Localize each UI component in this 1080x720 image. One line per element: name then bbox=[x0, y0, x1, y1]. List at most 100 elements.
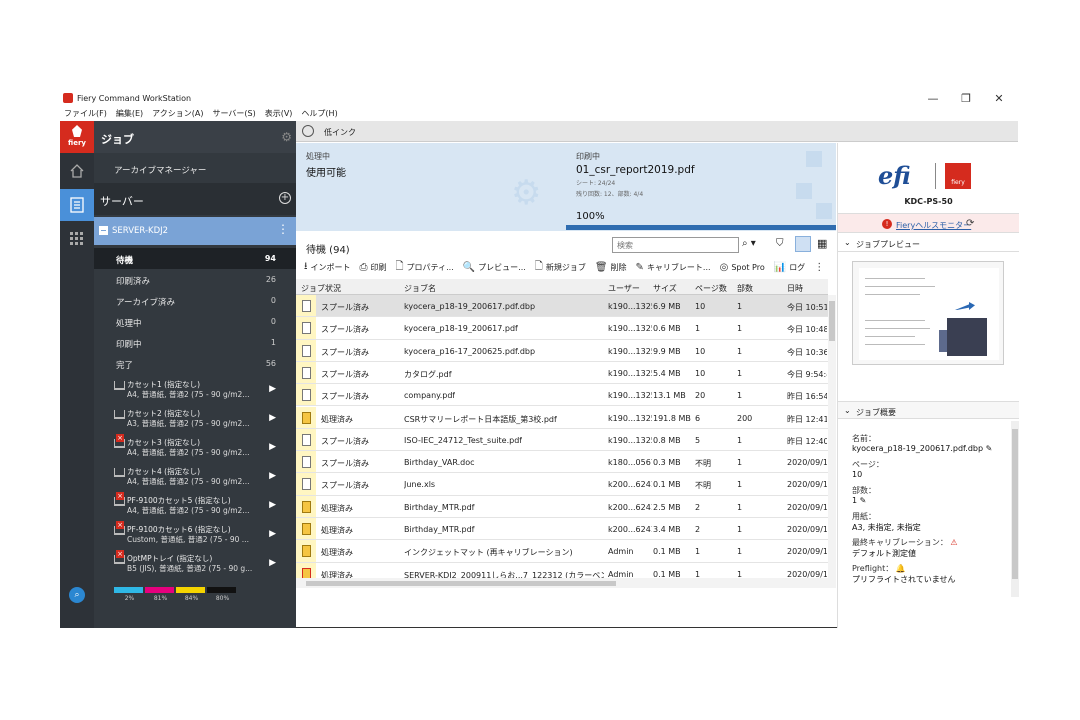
server-item[interactable]: SERVER-KDJ2 ⋮ bbox=[94, 217, 296, 245]
archive-manager-link[interactable]: アーカイブマネージャー bbox=[114, 164, 206, 176]
search-dropdown-icon[interactable]: ⌕ ▾ bbox=[742, 238, 756, 249]
new-job-button[interactable]: 🗋 新規ジョブ bbox=[535, 259, 586, 276]
queue-item-completed[interactable]: 完了 56 bbox=[94, 353, 296, 374]
minimize-button[interactable]: — bbox=[926, 92, 940, 105]
chevron-right-icon[interactable]: ▶ bbox=[269, 413, 276, 423]
grid-view-icon[interactable]: ▦ bbox=[817, 237, 827, 250]
import-label: インポート bbox=[310, 262, 351, 272]
preview-button[interactable]: 🔍 プレビュー... bbox=[463, 262, 526, 273]
tray-item[interactable]: カセット4 (指定なし) A4, 普通紙, 普通2 (75 - 90 g/m2.… bbox=[94, 463, 296, 492]
search-icon[interactable]: ⌕ bbox=[69, 587, 85, 603]
menu-help[interactable]: ヘルプ(H) bbox=[301, 108, 337, 121]
table-row[interactable]: スプール済み kyocera_p18-19_200617.pdf.dbp k190.… bbox=[296, 295, 828, 318]
chevron-right-icon[interactable]: ▶ bbox=[269, 500, 276, 510]
table-row[interactable]: スプール済み Birthday_VAR.doc k180...0567 0.3 MB 不… bbox=[296, 451, 828, 474]
right-panel-scrollbar[interactable] bbox=[1011, 421, 1019, 597]
calibrate-button[interactable]: ✎ キャリブレート... bbox=[636, 262, 711, 273]
horizontal-scrollbar[interactable] bbox=[296, 578, 836, 588]
queue-item-hold[interactable]: 待機 94 bbox=[94, 248, 296, 269]
table-row[interactable]: スプール済み カタログ.pdf k190...1325 5.4 MB 10 1 今日 9:5… bbox=[296, 361, 828, 385]
queue-item-printing[interactable]: 印刷中 1 bbox=[94, 332, 296, 353]
fiery-app-icon bbox=[63, 93, 73, 103]
queue-item-archived[interactable]: アーカイブ済み 0 bbox=[94, 290, 296, 311]
tray-item[interactable]: PF-9100カセット5 (指定なし) A4, 普通紙, 普通2 (75 - 9… bbox=[94, 492, 296, 521]
print-button[interactable]: ⎙ 印刷 bbox=[360, 262, 387, 273]
scroll-thumb[interactable] bbox=[1012, 429, 1018, 579]
column-header-date[interactable]: 日時 bbox=[787, 283, 803, 294]
import-button[interactable]: ⭳ インポート bbox=[304, 259, 351, 276]
cell-pages: 10 bbox=[695, 302, 706, 311]
summary-paper-value: A3, 未指定, 未指定 bbox=[852, 523, 921, 532]
refresh-icon[interactable]: ⟳ bbox=[966, 218, 974, 229]
jobs-center-button[interactable] bbox=[60, 189, 94, 221]
chevron-right-icon[interactable]: ▶ bbox=[269, 442, 276, 452]
apps-button[interactable] bbox=[60, 223, 94, 255]
vertical-scrollbar[interactable] bbox=[828, 295, 836, 578]
table-row[interactable]: スプール済み June.xls k200...6241 0.1 MB 不明 1 2020/0… bbox=[296, 473, 828, 496]
table-row[interactable]: スプール済み kyocera_p18-19_200617.pdf k190...13… bbox=[296, 317, 828, 340]
tray-item[interactable]: OptMPトレイ (指定なし) B5 (JIS), 普通紙, 普通2 (75 -… bbox=[94, 550, 296, 579]
pencil-icon[interactable]: ✎ bbox=[860, 496, 867, 505]
column-header-user[interactable]: ユーザー bbox=[608, 283, 640, 294]
column-header-status[interactable]: ジョブ状況 bbox=[301, 283, 341, 294]
tray-item[interactable]: カセット2 (指定なし) A3, 普通紙, 普通2 (75 - 90 g/m2.… bbox=[94, 405, 296, 434]
pencil-icon[interactable]: ✎ bbox=[986, 444, 993, 453]
fiery-brand-logo: fiery bbox=[945, 163, 971, 189]
home-button[interactable] bbox=[60, 155, 94, 187]
scroll-thumb[interactable] bbox=[306, 581, 616, 586]
tray-detail: A4, 普通紙, 普通2 (75 - 90 g/m2... bbox=[127, 477, 250, 486]
cell-pages: 1 bbox=[695, 547, 701, 557]
collapse-icon[interactable] bbox=[99, 226, 108, 235]
list-view-icon[interactable] bbox=[795, 236, 811, 252]
logo-separator bbox=[935, 163, 936, 189]
cell-user: k200...6241 bbox=[608, 480, 652, 490]
preview-section-header[interactable]: ⌄ ジョブプレビュー bbox=[838, 234, 1019, 252]
table-row[interactable]: スプール済み ISO-IEC_24712_Test_suite.pdf k190..… bbox=[296, 428, 828, 452]
table-row[interactable]: スプール済み company.pdf k190...1325 13.1 MB 20 1 昨日… bbox=[296, 384, 828, 407]
more-options-icon[interactable]: ⋮ bbox=[277, 222, 289, 236]
close-button[interactable]: ✕ bbox=[992, 92, 1006, 105]
summary-section-header[interactable]: ⌄ ジョブ概要 bbox=[838, 401, 1019, 419]
add-server-icon[interactable]: + bbox=[279, 192, 291, 204]
properties-button[interactable]: 🗋 プロパティ... bbox=[396, 259, 454, 276]
menu-view[interactable]: 表示(V) bbox=[265, 108, 293, 121]
queue-item-printed[interactable]: 印刷済み 26 bbox=[94, 269, 296, 290]
search-input[interactable] bbox=[612, 237, 739, 253]
chevron-right-icon[interactable]: ▶ bbox=[269, 529, 276, 539]
column-header-copies[interactable]: 部数 bbox=[737, 283, 753, 294]
column-header-pages[interactable]: ページ数 bbox=[695, 283, 727, 294]
job-preview-thumbnail[interactable] bbox=[852, 261, 1004, 365]
menu-edit[interactable]: 編集(E) bbox=[116, 108, 143, 121]
table-row[interactable]: 処理済み インクジェットマット (再キャリブレーション) Admin 0.1 MB 1 1… bbox=[296, 540, 828, 563]
cell-pages: 1 bbox=[695, 324, 701, 334]
chevron-right-icon[interactable]: ▶ bbox=[269, 558, 276, 568]
tray-item[interactable]: PF-9100カセット6 (指定なし) Custom, 普通紙, 普通2 (75… bbox=[94, 521, 296, 550]
column-header-name[interactable]: ジョブ名 bbox=[404, 283, 436, 294]
delete-button[interactable]: 🗑 削除 bbox=[595, 262, 627, 273]
table-row[interactable]: 処理済み Birthday_MTR.pdf k200...6241 2.5 MB 2 1 2… bbox=[296, 495, 828, 518]
spot-pro-button[interactable]: ◎ Spot Pro bbox=[720, 262, 765, 273]
more-button[interactable]: ⋮ bbox=[814, 262, 824, 273]
chevron-right-icon[interactable]: ▶ bbox=[269, 471, 276, 481]
document-icon bbox=[302, 300, 311, 312]
cell-user: k190...1325 bbox=[608, 368, 652, 378]
tray-item[interactable]: カセット1 (指定なし) A4, 普通紙, 普通2 (75 - 90 g/m2.… bbox=[94, 376, 296, 405]
health-monitor-link[interactable]: Fieryヘルスモニター bbox=[896, 220, 971, 231]
log-button[interactable]: 📊 ログ bbox=[774, 262, 805, 273]
filter-icon[interactable]: ⛉ bbox=[776, 238, 790, 249]
table-row[interactable]: 処理済み Birthday_MTR.pdf k200...6241 3.4 MB 2 1 2… bbox=[296, 518, 828, 541]
column-header-size[interactable]: サイズ bbox=[653, 283, 677, 294]
gear-icon[interactable]: ⚙ bbox=[281, 130, 292, 144]
queue-item-processing[interactable]: 処理中 0 bbox=[94, 311, 296, 332]
table-row[interactable]: 処理済み CSRサマリーレポート日本語版_第3校.pdf k190...1325 19… bbox=[296, 406, 828, 429]
processed-document-icon bbox=[302, 411, 311, 424]
chevron-right-icon[interactable]: ▶ bbox=[269, 384, 276, 394]
menu-action[interactable]: アクション(A) bbox=[152, 108, 203, 121]
menu-server[interactable]: サーバー(S) bbox=[212, 108, 255, 121]
scroll-thumb[interactable] bbox=[829, 301, 835, 341]
table-row[interactable]: スプール済み kyocera_p16-17_200625.pdf.dbp k190.… bbox=[296, 339, 828, 362]
restore-button[interactable]: ❐ bbox=[959, 92, 973, 105]
tray-item[interactable]: カセット3 (指定なし) A4, 普通紙, 普通2 (75 - 90 g/m2.… bbox=[94, 434, 296, 463]
tray-detail: B5 (JIS), 普通紙, 普通2 (75 - 90 g... bbox=[127, 564, 252, 573]
menu-file[interactable]: ファイル(F) bbox=[64, 108, 107, 121]
